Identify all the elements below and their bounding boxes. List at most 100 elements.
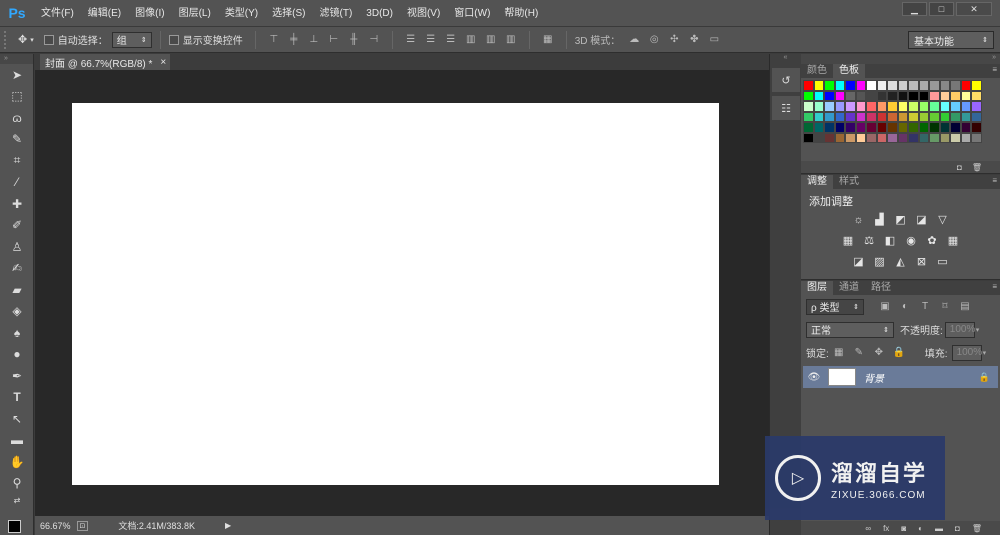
add-mask-icon[interactable]: ◙ xyxy=(901,524,906,533)
filter-type-icon[interactable]: T xyxy=(918,301,932,313)
maximize-button[interactable]: □ xyxy=(929,2,954,16)
tool-preset-picker[interactable]: ✥ ▾ xyxy=(18,33,34,46)
color-swatch[interactable] xyxy=(845,90,856,101)
distribute-vcenter-icon[interactable]: ☰ xyxy=(424,34,438,46)
menu-layer[interactable]: 图层(L) xyxy=(172,0,218,27)
color-swatch[interactable] xyxy=(960,111,971,122)
color-swatch[interactable] xyxy=(887,80,898,91)
black-white-icon[interactable]: ◧ xyxy=(883,234,898,247)
color-swatch[interactable] xyxy=(887,101,898,112)
type-tool-icon[interactable]: T xyxy=(0,387,34,409)
menu-help[interactable]: 帮助(H) xyxy=(497,0,545,27)
selective-color-icon[interactable]: ▭ xyxy=(935,255,950,268)
color-swatch[interactable] xyxy=(813,132,824,143)
color-swatch[interactable] xyxy=(834,90,845,101)
panel-menu-icon[interactable]: ≡ xyxy=(992,282,997,291)
path-select-tool-icon[interactable]: ↖ xyxy=(0,408,34,430)
posterize-icon[interactable]: ▨ xyxy=(872,255,887,268)
color-swatch[interactable] xyxy=(813,80,824,91)
color-swatch[interactable] xyxy=(971,101,982,112)
color-swatch[interactable] xyxy=(845,101,856,112)
color-swatch[interactable] xyxy=(866,80,877,91)
color-swatch[interactable] xyxy=(876,111,887,122)
align-left-icon[interactable]: ⊢ xyxy=(327,34,341,46)
lasso-tool-icon[interactable]: ɷ xyxy=(0,107,34,129)
close-button[interactable]: ✕ xyxy=(956,2,992,16)
color-swatch[interactable] xyxy=(876,122,887,133)
color-swatch[interactable] xyxy=(876,101,887,112)
fill-input[interactable]: 100% xyxy=(951,344,982,361)
color-swatch[interactable] xyxy=(834,101,845,112)
color-swatch[interactable] xyxy=(866,90,877,101)
properties-panel-icon[interactable]: ☷ xyxy=(772,96,800,120)
hand-tool-icon[interactable]: ✋ xyxy=(0,451,34,473)
color-swatch[interactable] xyxy=(876,80,887,91)
options-grip[interactable] xyxy=(4,30,12,49)
color-swatch[interactable] xyxy=(855,122,866,133)
align-vcenter-icon[interactable]: ╪ xyxy=(287,34,301,46)
color-swatch[interactable] xyxy=(845,132,856,143)
color-balance-icon[interactable]: ⚖ xyxy=(862,234,877,247)
color-swatch[interactable] xyxy=(950,122,961,133)
color-swatch[interactable] xyxy=(834,80,845,91)
color-swatch[interactable] xyxy=(813,111,824,122)
color-swatch[interactable] xyxy=(960,101,971,112)
color-swatch[interactable] xyxy=(887,111,898,122)
color-swatch[interactable] xyxy=(971,80,982,91)
color-swatch[interactable] xyxy=(971,90,982,101)
tools-collapse-icon[interactable]: » xyxy=(0,54,33,64)
pen-tool-icon[interactable]: ✒ xyxy=(0,365,34,387)
align-bottom-icon[interactable]: ⊥ xyxy=(307,34,321,46)
menu-edit[interactable]: 编辑(E) xyxy=(81,0,128,27)
status-menu-arrow-icon[interactable]: ▶ xyxy=(225,521,231,530)
new-swatch-icon[interactable]: ◘ xyxy=(957,163,962,172)
color-swatch[interactable] xyxy=(897,90,908,101)
color-swatch[interactable] xyxy=(908,122,919,133)
show-transform-checkbox[interactable] xyxy=(168,34,179,45)
move-tool-icon[interactable]: ➤ xyxy=(0,64,34,86)
foreground-color-swatch[interactable] xyxy=(8,520,21,533)
menu-view[interactable]: 视图(V) xyxy=(400,0,447,27)
layer-name[interactable]: 背景 xyxy=(864,370,884,385)
quick-select-tool-icon[interactable]: ✎ xyxy=(0,129,34,151)
opacity-input[interactable]: 100% xyxy=(944,321,975,338)
color-swatch[interactable] xyxy=(887,132,898,143)
auto-select-checkbox[interactable] xyxy=(43,34,54,45)
color-swatch[interactable] xyxy=(834,122,845,133)
color-swatch[interactable] xyxy=(929,122,940,133)
color-swatch[interactable] xyxy=(939,122,950,133)
filter-pixel-icon[interactable]: ▣ xyxy=(878,301,892,313)
new-layer-icon[interactable]: ◘ xyxy=(955,524,960,533)
lock-transparent-icon[interactable]: ▦ xyxy=(832,347,846,359)
color-swatch[interactable] xyxy=(950,90,961,101)
color-swatch[interactable] xyxy=(866,101,877,112)
history-panel-icon[interactable]: ↺ xyxy=(772,68,800,92)
menu-file[interactable]: 文件(F) xyxy=(34,0,81,27)
color-swatch[interactable] xyxy=(855,90,866,101)
color-swatch[interactable] xyxy=(939,90,950,101)
color-swatch[interactable] xyxy=(918,101,929,112)
marquee-tool-icon[interactable]: ⬚ xyxy=(0,86,34,108)
healing-brush-tool-icon[interactable]: ✚ xyxy=(0,193,34,215)
layer-row-background[interactable]: 👁 背景 🔒 xyxy=(803,366,998,388)
color-swatch[interactable] xyxy=(929,111,940,122)
color-swatch[interactable] xyxy=(803,132,814,143)
color-swatch[interactable] xyxy=(939,132,950,143)
distribute-top-icon[interactable]: ☰ xyxy=(404,34,418,46)
new-group-icon[interactable]: ▬ xyxy=(935,524,943,533)
dodge-tool-icon[interactable]: ● xyxy=(0,344,34,366)
delete-layer-icon[interactable]: 🗑 xyxy=(972,524,982,533)
color-swatch[interactable] xyxy=(855,132,866,143)
color-swatch[interactable] xyxy=(824,132,835,143)
color-swatch[interactable] xyxy=(855,101,866,112)
color-swatch[interactable] xyxy=(803,90,814,101)
distribute-bottom-icon[interactable]: ☰ xyxy=(444,34,458,46)
layer-style-icon[interactable]: fx xyxy=(883,524,889,533)
align-hcenter-icon[interactable]: ╫ xyxy=(347,34,361,46)
color-swatch[interactable] xyxy=(813,122,824,133)
color-swatch[interactable] xyxy=(887,122,898,133)
color-swatch[interactable] xyxy=(855,80,866,91)
paint-bucket-tool-icon[interactable]: ◈ xyxy=(0,301,34,323)
roll-3d-icon[interactable]: ◎ xyxy=(647,34,661,46)
exposure-icon[interactable]: ◪ xyxy=(914,213,929,226)
